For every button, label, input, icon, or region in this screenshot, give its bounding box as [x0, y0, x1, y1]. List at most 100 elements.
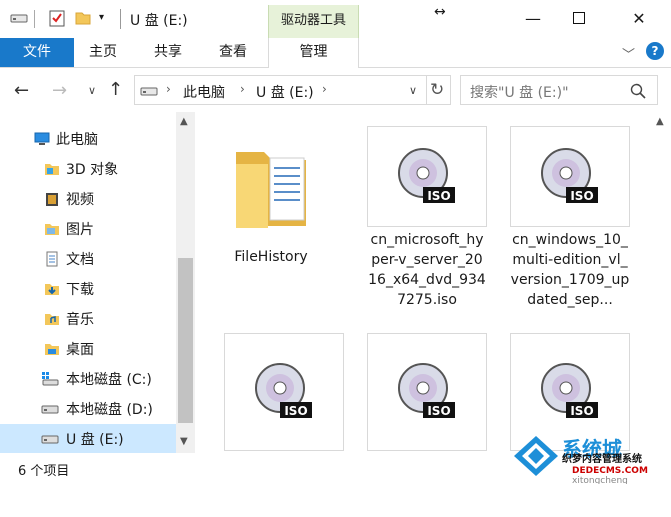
downloads-folder-icon: [44, 281, 60, 297]
maximize-icon: [573, 9, 585, 28]
file-name: cn_microsoft_hyper-v_server_2016_x64_dvd…: [368, 232, 486, 308]
nav-item-label: U 盘 (E:): [66, 432, 124, 448]
nav-item-label: 3D 对象: [66, 162, 119, 178]
nav-scrollbar-thumb[interactable]: [178, 258, 193, 423]
svg-text:ISO: ISO: [427, 189, 450, 203]
svg-text:ISO: ISO: [570, 404, 593, 418]
nav-item-usb-drive-e[interactable]: U 盘 (E:): [0, 424, 176, 454]
nav-item-desktop[interactable]: 桌面: [0, 334, 176, 364]
maximize-button[interactable]: [556, 0, 602, 36]
folder-icon: [211, 126, 331, 244]
quick-access-divider: [34, 10, 35, 28]
iso-disc-icon: ISO: [510, 126, 630, 227]
file-name: FileHistory: [234, 249, 308, 265]
chevron-down-icon: ∨: [88, 84, 97, 97]
up-arrow-icon: ↑: [108, 79, 124, 100]
drive-icon[interactable]: [10, 9, 28, 31]
scroll-down-icon[interactable]: ▼: [180, 436, 188, 447]
music-folder-icon: [44, 311, 60, 327]
3d-objects-folder-icon: [44, 161, 60, 177]
system-drive-icon: [40, 371, 60, 387]
breadcrumb-separator-icon: ›: [240, 82, 245, 96]
iso-disc-icon: ISO: [367, 126, 487, 227]
forward-button[interactable]: →: [52, 80, 67, 101]
svg-text:ISO: ISO: [284, 404, 307, 418]
new-folder-icon[interactable]: [74, 9, 92, 31]
nav-item-label: 视频: [66, 192, 94, 208]
file-item[interactable]: ISO: [510, 333, 630, 517]
nav-item-this-pc[interactable]: 此电脑: [0, 124, 176, 154]
breadcrumb-usb-drive[interactable]: U 盘 (E:): [256, 82, 314, 102]
tab-share[interactable]: 共享: [143, 38, 193, 67]
nav-item-pictures[interactable]: 图片: [0, 214, 176, 244]
breadcrumb-separator-icon: ›: [166, 82, 171, 96]
title-divider: [120, 9, 121, 29]
close-button[interactable]: ✕: [616, 0, 662, 36]
search-icon[interactable]: [630, 83, 646, 103]
properties-icon[interactable]: [48, 9, 66, 31]
scroll-up-icon[interactable]: ▲: [656, 116, 664, 127]
minimize-button[interactable]: —: [510, 0, 556, 36]
nav-item-videos[interactable]: 视频: [0, 184, 176, 214]
drive-icon: [40, 401, 60, 417]
resize-icon: ↔: [434, 4, 446, 20]
tab-home[interactable]: 主页: [78, 38, 128, 67]
refresh-icon: ↻: [430, 80, 445, 100]
watermark-logo: [514, 436, 558, 476]
watermark-subtitle: 织梦内容管理系统: [562, 452, 642, 465]
file-name: cn_windows_10_multi-edition_vl_version_1…: [510, 232, 630, 308]
nav-item-local-disk-d[interactable]: 本地磁盘 (D:): [0, 394, 176, 424]
back-arrow-icon: ←: [14, 80, 30, 101]
tab-manage[interactable]: 管理: [268, 38, 359, 68]
minimize-icon: —: [525, 8, 541, 28]
breadcrumb-separator-icon: ›: [322, 82, 327, 96]
file-item[interactable]: ISO: [224, 333, 344, 517]
scroll-up-icon[interactable]: ▲: [180, 116, 188, 127]
content-scrollbar[interactable]: [652, 112, 671, 453]
nav-item-label: 此电脑: [56, 132, 98, 148]
drive-icon: [140, 84, 158, 102]
nav-item-label: 文档: [66, 252, 94, 268]
nav-item-downloads[interactable]: 下载: [0, 274, 176, 304]
videos-folder-icon: [44, 191, 60, 207]
usb-drive-icon: [40, 431, 60, 447]
help-icon[interactable]: ?: [646, 42, 664, 60]
nav-item-label: 本地磁盘 (C:): [66, 372, 152, 388]
file-item[interactable]: FileHistory: [211, 126, 331, 310]
documents-folder-icon: [44, 251, 60, 267]
svg-text:ISO: ISO: [427, 404, 450, 418]
forward-arrow-icon: →: [52, 80, 68, 101]
up-button[interactable]: ↑: [108, 79, 123, 100]
file-item[interactable]: ISO cn_microsoft_hyper-v_server_2016_x64…: [367, 126, 487, 310]
customize-quick-access-icon[interactable]: ▾: [99, 12, 104, 23]
nav-item-music[interactable]: 音乐: [0, 304, 176, 334]
tab-file[interactable]: 文件: [0, 38, 74, 67]
file-item[interactable]: ISO: [367, 333, 487, 517]
watermark: 系统城 织梦内容管理系统 DEDECMS.COM xitongcheng: [512, 428, 671, 486]
context-tab-title: 驱动器工具: [280, 13, 346, 28]
watermark-site: DEDECMS.COM: [572, 466, 648, 476]
svg-text:ISO: ISO: [570, 189, 593, 203]
refresh-button[interactable]: ↻: [430, 80, 444, 100]
nav-item-label: 音乐: [66, 312, 94, 328]
expand-ribbon-icon[interactable]: ﹀: [622, 44, 635, 63]
tab-view[interactable]: 查看: [208, 38, 258, 67]
computer-icon: [34, 131, 50, 147]
file-item[interactable]: ISO cn_windows_10_multi-edition_vl_versi…: [510, 126, 630, 310]
nav-item-local-disk-c[interactable]: 本地磁盘 (C:): [0, 364, 176, 394]
pictures-folder-icon: [44, 221, 60, 237]
watermark-domain: xitongcheng: [572, 476, 628, 484]
breadcrumb-this-pc[interactable]: 此电脑: [183, 82, 225, 102]
chevron-down-icon: ∨: [409, 84, 418, 97]
iso-disc-icon: ISO: [367, 333, 487, 451]
address-history-button[interactable]: ∨: [409, 84, 417, 97]
recent-locations-button[interactable]: ∨: [88, 84, 96, 97]
item-count: 6 个项目: [18, 464, 70, 479]
back-button[interactable]: ←: [14, 80, 29, 101]
nav-item-label: 图片: [66, 222, 94, 238]
nav-item-documents[interactable]: 文档: [0, 244, 176, 274]
nav-item-3d-objects[interactable]: 3D 对象: [0, 154, 176, 184]
nav-item-label: 桌面: [66, 342, 94, 358]
nav-item-label: 本地磁盘 (D:): [66, 402, 153, 418]
close-icon: ✕: [632, 8, 646, 28]
